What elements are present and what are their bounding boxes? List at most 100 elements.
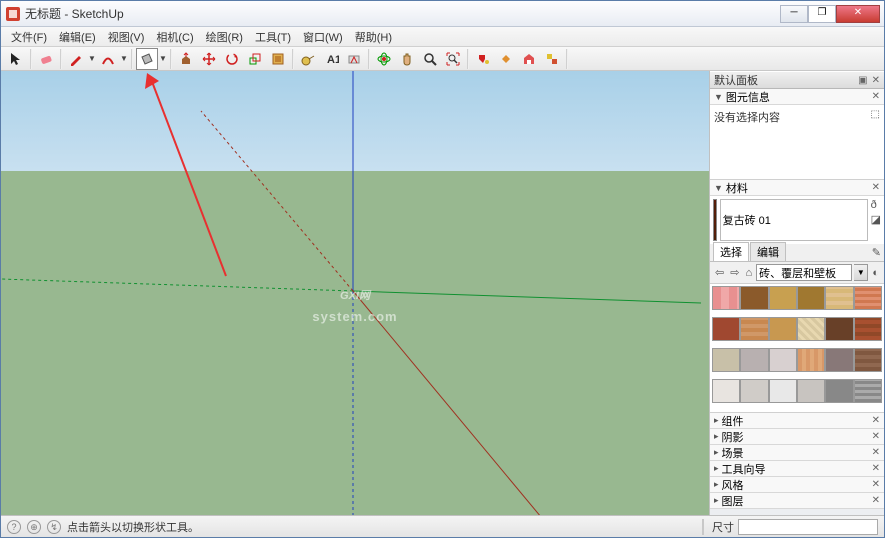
maximize-button[interactable]: ❐	[808, 5, 836, 23]
menu-draw[interactable]: 绘图(R)	[200, 27, 249, 47]
material-swatch[interactable]	[769, 348, 797, 372]
material-swatch[interactable]	[854, 379, 882, 403]
material-swatch[interactable]	[825, 286, 853, 310]
entity-options-icon[interactable]: ⬚	[871, 109, 880, 120]
pushpull-tool[interactable]	[175, 48, 197, 70]
nav-fwd-icon[interactable]: ⇨	[728, 266, 741, 279]
arc-dropdown[interactable]: ▼	[120, 54, 128, 63]
rectangle-tool[interactable]	[136, 48, 158, 70]
nav-back-icon[interactable]: ⇦	[713, 266, 726, 279]
menu-help[interactable]: 帮助(H)	[349, 27, 398, 47]
close-section-icon[interactable]: ✕	[872, 479, 880, 490]
close-section-icon[interactable]: ✕	[872, 447, 880, 458]
close-section-icon[interactable]: ✕	[872, 415, 880, 426]
rotate-tool[interactable]	[221, 48, 243, 70]
materials-header[interactable]: ▼ 材料 ✕	[710, 180, 884, 196]
extension-tool[interactable]	[541, 48, 563, 70]
rectangle-dropdown[interactable]: ▼	[159, 54, 167, 63]
pin-icon[interactable]: ▣	[858, 75, 867, 86]
material-swatch[interactable]	[712, 348, 740, 372]
text-tool[interactable]: A1	[320, 48, 342, 70]
orbit-tool[interactable]	[373, 48, 395, 70]
material-swatch[interactable]	[712, 317, 740, 341]
scale-tool[interactable]	[244, 48, 266, 70]
library-dropdown-icon[interactable]: ▼	[854, 264, 868, 281]
offset-tool[interactable]	[267, 48, 289, 70]
warehouse-tool[interactable]	[518, 48, 540, 70]
move-tool[interactable]	[198, 48, 220, 70]
dimension-input[interactable]	[738, 519, 878, 535]
material-swatch[interactable]	[854, 286, 882, 310]
unit-icon[interactable]: ↯	[47, 520, 61, 534]
geo-icon[interactable]: ⊕	[27, 520, 41, 534]
tab-select[interactable]: 选择	[713, 242, 749, 261]
menu-file[interactable]: 文件(F)	[5, 27, 53, 47]
paint-tool[interactable]	[472, 48, 494, 70]
help-icon[interactable]: ?	[7, 520, 21, 534]
material-swatch[interactable]	[854, 317, 882, 341]
close-section-icon[interactable]: ✕	[872, 463, 880, 474]
shadows-header[interactable]: ▸阴影✕	[710, 429, 884, 445]
app-icon	[5, 6, 21, 22]
viewport[interactable]: GXI网 system.com	[1, 71, 709, 515]
sample-tool[interactable]	[495, 48, 517, 70]
pencil-dropdown[interactable]: ▼	[88, 54, 96, 63]
close-section-icon[interactable]: ✕	[872, 182, 880, 193]
edit-icon[interactable]: ✎	[872, 246, 881, 261]
tab-edit[interactable]: 编辑	[750, 242, 786, 261]
material-swatch[interactable]	[769, 379, 797, 403]
create-material-icon[interactable]: ð	[871, 199, 881, 211]
minimize-button[interactable]: ─	[780, 5, 808, 23]
default-panel-title[interactable]: 默认面板 ▣ ✕	[710, 71, 884, 89]
default-material-icon[interactable]: ◪	[871, 213, 881, 226]
material-swatch[interactable]	[740, 348, 768, 372]
material-swatch[interactable]	[740, 379, 768, 403]
material-swatch[interactable]	[740, 286, 768, 310]
collapse-icon: ▸	[714, 431, 719, 442]
material-swatch[interactable]	[854, 348, 882, 372]
arc-tool[interactable]	[97, 48, 119, 70]
scenes-header[interactable]: ▸场景✕	[710, 445, 884, 461]
close-panel-icon[interactable]: ✕	[872, 75, 880, 86]
material-swatch[interactable]	[740, 317, 768, 341]
menu-edit[interactable]: 编辑(E)	[53, 27, 102, 47]
material-swatch[interactable]	[769, 317, 797, 341]
menu-tools[interactable]: 工具(T)	[249, 27, 297, 47]
tape-tool[interactable]	[297, 48, 319, 70]
material-swatch[interactable]	[797, 286, 825, 310]
library-select[interactable]: 砖、覆层和壁板	[756, 264, 852, 281]
menu-view[interactable]: 视图(V)	[102, 27, 151, 47]
material-swatch[interactable]	[712, 379, 740, 403]
material-swatch[interactable]	[825, 317, 853, 341]
material-swatch[interactable]	[825, 348, 853, 372]
material-swatch[interactable]	[797, 379, 825, 403]
menu-camera[interactable]: 相机(C)	[150, 27, 199, 47]
close-section-icon[interactable]: ✕	[872, 91, 880, 102]
menu-window[interactable]: 窗口(W)	[297, 27, 349, 47]
entity-info-header[interactable]: ▼ 图元信息 ✕	[710, 89, 884, 105]
close-button[interactable]: ✕	[836, 5, 880, 23]
pan-tool[interactable]	[396, 48, 418, 70]
material-swatch[interactable]	[769, 286, 797, 310]
protractor-tool[interactable]	[343, 48, 365, 70]
material-swatch[interactable]	[825, 379, 853, 403]
close-section-icon[interactable]: ✕	[872, 431, 880, 442]
material-name-input[interactable]	[720, 199, 868, 241]
layers-header[interactable]: ▸图层✕	[710, 493, 884, 509]
select-tool[interactable]	[5, 48, 27, 70]
close-section-icon[interactable]: ✕	[872, 495, 880, 506]
material-swatch[interactable]	[797, 348, 825, 372]
details-icon[interactable]: ◐	[870, 267, 881, 279]
instructor-header[interactable]: ▸工具向导✕	[710, 461, 884, 477]
material-swatch[interactable]	[712, 286, 740, 310]
styles-header[interactable]: ▸风格✕	[710, 477, 884, 493]
home-icon[interactable]: ⌂	[743, 267, 754, 279]
pencil-tool[interactable]	[65, 48, 87, 70]
zoom-tool[interactable]	[419, 48, 441, 70]
components-header[interactable]: ▸组件✕	[710, 413, 884, 429]
collapse-icon: ▸	[714, 447, 719, 458]
eraser-tool[interactable]	[35, 48, 57, 70]
zoom-extents-tool[interactable]	[442, 48, 464, 70]
material-swatch[interactable]	[797, 317, 825, 341]
current-material-swatch[interactable]	[713, 199, 717, 241]
